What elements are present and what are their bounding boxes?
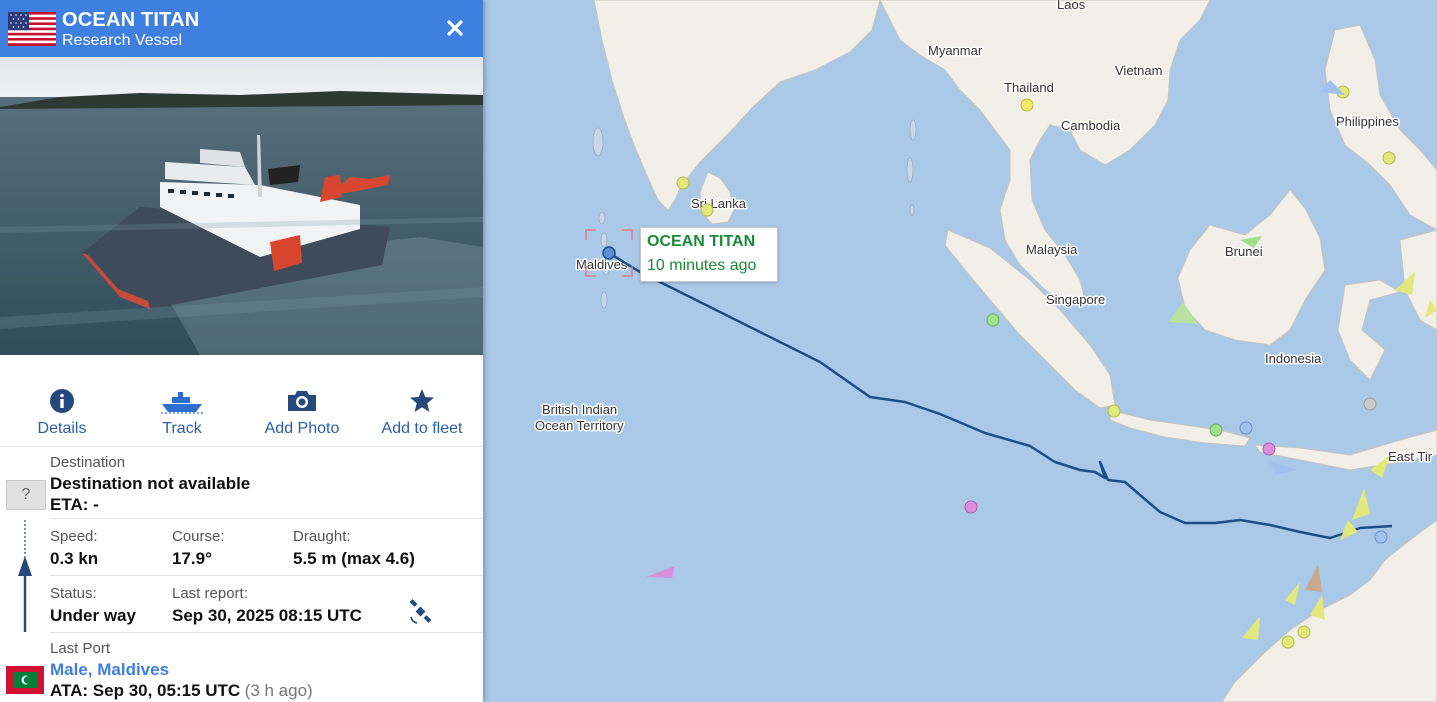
label-sri-lanka: Sri Lanka: [691, 196, 747, 211]
status-report-row: Status: Under way Last report: Sep 30, 2…: [50, 575, 483, 633]
add-to-fleet-button[interactable]: Add to fleet: [362, 372, 482, 438]
details-button[interactable]: Details: [2, 372, 122, 438]
label-singapore: Singapore: [1046, 292, 1105, 307]
label-cambodia: Cambodia: [1061, 118, 1121, 133]
draught-label: Draught:: [293, 528, 351, 545]
speed-value: 0.3 kn: [50, 549, 99, 568]
label-brunei: Brunei: [1225, 244, 1263, 259]
speed-label: Speed:: [50, 528, 98, 545]
details-label: Details: [37, 420, 87, 437]
vessel-type: Research Vessel: [62, 32, 183, 49]
vessel-map-tooltip[interactable]: OCEAN TITAN 10 minutes ago: [640, 227, 778, 282]
label-thailand: Thailand: [1004, 80, 1054, 95]
satellite-icon[interactable]: [408, 599, 434, 625]
destination-label: Destination: [50, 454, 126, 471]
tooltip-vessel-name: OCEAN TITAN: [647, 233, 756, 250]
label-malaysia: Malaysia: [1026, 242, 1078, 257]
last-port-link[interactable]: Male, Maldives: [50, 660, 169, 680]
status-label: Status:: [50, 585, 97, 602]
voyage-progress-indicator: [18, 520, 32, 632]
info-icon: [50, 389, 74, 413]
label-biot-line2: Ocean Territory: [535, 418, 624, 433]
ship-icon: [161, 392, 203, 414]
label-myanmar: Myanmar: [928, 43, 983, 58]
destination-section: Destination Destination not available ET…: [50, 446, 483, 519]
add-to-fleet-label: Add to fleet: [381, 420, 463, 437]
vessel-name: OCEAN TITAN: [62, 9, 200, 31]
course-value: 17.9°: [172, 549, 212, 568]
speed-field: Speed: 0.3 kn: [50, 528, 98, 569]
speed-course-draught-row: Speed: 0.3 kn Course: 17.9° Draught: 5.5…: [50, 518, 483, 576]
last-port-section: Last Port Male, Maldives ATA: Sep 30, 05…: [50, 632, 483, 702]
destination-value: Destination not available: [50, 474, 251, 493]
last-port-ata-value: ATA: Sep 30, 05:15 UTC: [50, 681, 241, 700]
course-field: Course: 17.9°: [172, 528, 225, 569]
last-report-label: Last report:: [172, 585, 248, 602]
label-biot-line1: British Indian: [542, 402, 617, 417]
status-field: Status: Under way: [50, 585, 136, 626]
last-report-field: Last report: Sep 30, 2025 08:15 UTC: [172, 585, 362, 626]
label-laos: Laos: [1057, 0, 1086, 12]
panel-header: OCEAN TITAN Research Vessel: [0, 0, 483, 57]
close-icon[interactable]: [441, 14, 469, 42]
label-indonesia: Indonesia: [1265, 351, 1322, 366]
eta-value: ETA: -: [50, 495, 99, 514]
maldives-flag-icon: [6, 666, 44, 694]
vessel-actions: Details Track Add Photo Add to fleet: [0, 372, 483, 447]
track-button[interactable]: Track: [122, 372, 242, 438]
course-label: Course:: [172, 528, 225, 545]
label-philippines: Philippines: [1336, 114, 1399, 129]
label-east-timor: East Tir: [1388, 449, 1433, 464]
last-port-ata: ATA: Sep 30, 05:15 UTC (3 h ago): [50, 681, 313, 701]
status-value: Under way: [50, 606, 136, 625]
last-port-ata-ago: (3 h ago): [244, 681, 313, 700]
vessel-photo[interactable]: [0, 57, 483, 355]
camera-icon: [288, 391, 316, 411]
us-flag-icon: [8, 12, 56, 46]
draught-field: Draught: 5.5 m (max 4.6): [293, 528, 415, 569]
selected-vessel-marker[interactable]: [602, 246, 616, 260]
last-report-value: Sep 30, 2025 08:15 UTC: [172, 606, 362, 625]
star-icon: [410, 389, 434, 412]
label-vietnam: Vietnam: [1115, 63, 1162, 78]
add-photo-button[interactable]: Add Photo: [242, 372, 362, 438]
vessel-info-panel: OCEAN TITAN Research Vessel Details Trac…: [0, 0, 483, 702]
tooltip-last-seen: 10 minutes ago: [647, 257, 757, 274]
track-label: Track: [162, 420, 202, 437]
draught-value: 5.5 m (max 4.6): [293, 549, 415, 568]
last-port-label: Last Port: [50, 640, 111, 657]
add-photo-label: Add Photo: [264, 420, 340, 437]
destination-unknown-badge: ?: [6, 480, 46, 510]
